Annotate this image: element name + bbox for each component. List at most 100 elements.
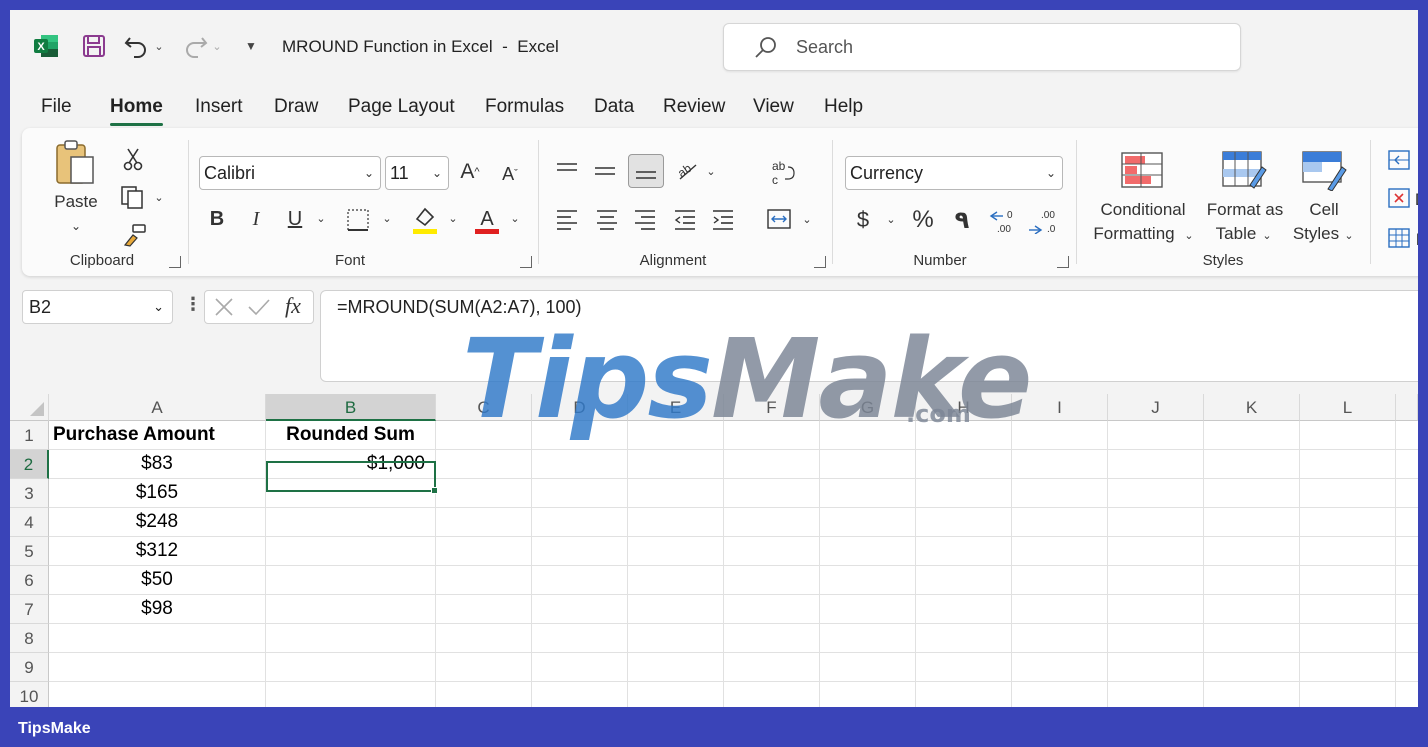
search-box[interactable]: Search [723, 23, 1241, 71]
cell-b7[interactable] [266, 595, 436, 624]
tab-review[interactable]: Review [663, 96, 725, 118]
font-launcher-icon[interactable] [520, 256, 532, 268]
italic-icon[interactable]: I [243, 204, 269, 234]
name-box[interactable]: B2 ⌄ [22, 290, 173, 324]
orientation-icon[interactable]: ab [672, 156, 702, 186]
decrease-decimal-icon[interactable]: .00.0 [1028, 204, 1062, 236]
cell-styles-label-1[interactable]: Cell [1294, 198, 1354, 222]
fill-color-dropdown-icon[interactable]: ⌄ [446, 210, 460, 226]
row-header[interactable]: 2 [10, 450, 49, 479]
enter-icon[interactable] [247, 296, 271, 323]
font-size-select[interactable]: 11 ⌄ [385, 156, 449, 190]
more-options-icon[interactable]: ⋮ [184, 294, 202, 315]
font-name-select[interactable]: Calibri ⌄ [199, 156, 381, 190]
format-painter-icon[interactable] [120, 222, 148, 248]
cell-a1[interactable]: Purchase Amount [49, 421, 266, 450]
middle-align-icon[interactable] [590, 156, 620, 186]
format-as-table-dropdown-icon[interactable]: ⌄ [1260, 224, 1274, 248]
cell-a2[interactable]: $83 [49, 450, 266, 479]
fill-handle[interactable] [431, 487, 438, 494]
currency-dropdown-icon[interactable]: ⌄ [884, 212, 898, 226]
cell-a8[interactable] [49, 624, 266, 653]
tab-insert[interactable]: Insert [195, 96, 243, 118]
increase-decimal-icon[interactable]: 0.00 [988, 204, 1022, 236]
top-align-icon[interactable] [552, 156, 582, 186]
row-header[interactable]: 3 [10, 479, 49, 508]
number-launcher-icon[interactable] [1057, 256, 1069, 268]
tab-view[interactable]: View [753, 96, 794, 118]
format-cells-icon[interactable] [1386, 226, 1412, 250]
increase-indent-icon[interactable] [708, 204, 738, 234]
conditional-formatting-dropdown-icon[interactable]: ⌄ [1182, 224, 1196, 248]
tab-help[interactable]: Help [824, 96, 863, 118]
conditional-formatting-label-1[interactable]: Conditional [1088, 198, 1198, 222]
tab-formulas[interactable]: Formulas [485, 96, 564, 118]
cell-a3[interactable]: $165 [49, 479, 266, 508]
insert-function-icon[interactable]: fx [285, 293, 301, 319]
cell-b10[interactable] [266, 682, 436, 707]
column-header-i[interactable]: I [1012, 394, 1108, 421]
select-all-button[interactable] [10, 394, 49, 421]
column-header-e[interactable]: E [628, 394, 724, 421]
format-as-table-label-1[interactable]: Format as [1202, 198, 1288, 222]
conditional-formatting-icon[interactable] [1120, 150, 1164, 190]
cell-styles-label-2[interactable]: Styles [1288, 222, 1344, 246]
row-header[interactable]: 8 [10, 624, 49, 653]
cell-styles-icon[interactable] [1302, 150, 1348, 192]
cell-a5[interactable]: $312 [49, 537, 266, 566]
insert-cells-label[interactable]: I [1414, 150, 1418, 174]
column-header-k[interactable]: K [1204, 394, 1300, 421]
tab-draw[interactable]: Draw [274, 96, 318, 118]
copy-dropdown-icon[interactable]: ⌄ [152, 190, 166, 204]
copy-icon[interactable] [118, 184, 148, 210]
align-left-icon[interactable] [552, 204, 582, 234]
save-icon[interactable] [80, 32, 108, 60]
font-color-icon[interactable]: A [472, 204, 502, 236]
column-header-d[interactable]: D [532, 394, 628, 421]
column-header-c[interactable]: C [436, 394, 532, 421]
redo-icon[interactable] [180, 32, 210, 60]
tab-file[interactable]: File [41, 96, 72, 118]
merge-dropdown-icon[interactable]: ⌄ [800, 212, 814, 226]
paste-label[interactable]: Paste [48, 190, 104, 214]
undo-dropdown-icon[interactable]: ⌄ [152, 32, 166, 60]
insert-cells-icon[interactable] [1386, 148, 1412, 172]
delete-cells-icon[interactable] [1386, 186, 1412, 210]
cell-a10[interactable] [49, 682, 266, 707]
tab-data[interactable]: Data [594, 96, 634, 118]
column-header-j[interactable]: J [1108, 394, 1204, 421]
formula-input[interactable]: =MROUND(SUM(A2:A7), 100) [320, 290, 1418, 382]
row-header[interactable]: 5 [10, 537, 49, 566]
percent-icon[interactable]: % [910, 204, 936, 236]
wrap-text-icon[interactable]: ab c [768, 158, 798, 188]
increase-font-size-icon[interactable]: A ^ [456, 156, 484, 188]
format-cells-label[interactable]: F [1414, 228, 1418, 252]
column-header-a[interactable]: A [49, 394, 266, 421]
empty-cells-grid[interactable] [436, 421, 1418, 707]
row-header[interactable]: 1 [10, 421, 49, 450]
number-format-select[interactable]: Currency ⌄ [845, 156, 1063, 190]
paste-icon[interactable] [50, 138, 100, 188]
column-header-f[interactable]: F [724, 394, 820, 421]
cell-b9[interactable] [266, 653, 436, 682]
cell-b6[interactable] [266, 566, 436, 595]
cell-a9[interactable] [49, 653, 266, 682]
align-center-icon[interactable] [592, 204, 622, 234]
row-header[interactable]: 9 [10, 653, 49, 682]
column-header-b[interactable]: B [266, 394, 436, 421]
undo-icon[interactable] [122, 32, 152, 60]
row-header[interactable]: 10 [10, 682, 49, 707]
cell-b1[interactable]: Rounded Sum [266, 421, 436, 450]
align-right-icon[interactable] [630, 204, 660, 234]
conditional-formatting-label-2[interactable]: Formatting [1082, 222, 1186, 246]
cell-a6[interactable]: $50 [49, 566, 266, 595]
row-header[interactable]: 4 [10, 508, 49, 537]
cell-b5[interactable] [266, 537, 436, 566]
borders-icon[interactable] [344, 206, 372, 234]
bold-icon[interactable]: B [204, 204, 230, 234]
paste-dropdown-icon[interactable]: ⌄ [66, 214, 86, 238]
bottom-align-icon[interactable] [628, 154, 664, 188]
cell-b8[interactable] [266, 624, 436, 653]
delete-cells-label[interactable]: D [1414, 188, 1418, 212]
tab-home[interactable]: Home [110, 96, 163, 126]
